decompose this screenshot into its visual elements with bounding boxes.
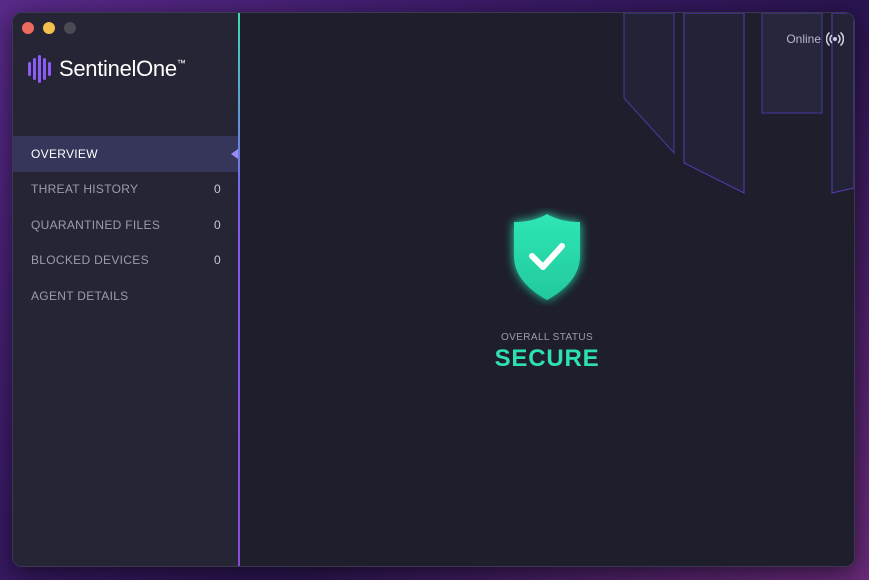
sidebar-item-blocked-devices[interactable]: BLOCKED DEVICES 0 [13,243,238,279]
minimize-window-button[interactable] [43,22,55,34]
sidebar-item-count: 0 [214,253,221,268]
sidebar-item-agent-details[interactable]: AGENT DETAILS [13,278,238,314]
connection-status: Online [786,31,844,47]
sidebar-item-label: QUARANTINED FILES [31,217,161,232]
sidebar: SentinelOne™ OVERVIEW THREAT HISTORY 0 Q… [13,13,238,566]
sidebar-item-count: 0 [214,217,221,232]
brand-logo: SentinelOne™ [27,55,186,83]
close-window-button[interactable] [22,22,34,34]
sentinelone-logo-icon [28,55,51,83]
sidebar-item-label: AGENT DETAILS [31,288,129,303]
overall-status: OVERALL STATUS SECURE [240,208,854,373]
sidebar-item-count: 0 [214,182,221,197]
status-label: OVERALL STATUS [500,332,594,343]
app-window: SentinelOne™ OVERVIEW THREAT HISTORY 0 Q… [12,12,855,567]
sidebar-item-label: BLOCKED DEVICES [31,253,149,268]
connection-status-label: Online [786,32,821,46]
shield-check-icon [514,214,580,300]
sidebar-item-label: OVERVIEW [31,146,98,161]
sidebar-nav: OVERVIEW THREAT HISTORY 0 QUARANTINED FI… [13,136,238,314]
brand-name: SentinelOne™ [59,56,186,81]
zoom-window-button[interactable] [64,22,76,34]
main-panel: Online OVERALL STATUS SECURE [240,13,854,566]
status-value: SECURE [494,345,600,372]
sidebar-item-overview[interactable]: OVERVIEW [13,136,238,172]
sidebar-item-label: THREAT HISTORY [31,182,139,197]
sidebar-item-threat-history[interactable]: THREAT HISTORY 0 [13,172,238,208]
sidebar-item-quarantined-files[interactable]: QUARANTINED FILES 0 [13,207,238,243]
broadcast-icon [826,32,844,46]
window-controls [22,22,76,34]
